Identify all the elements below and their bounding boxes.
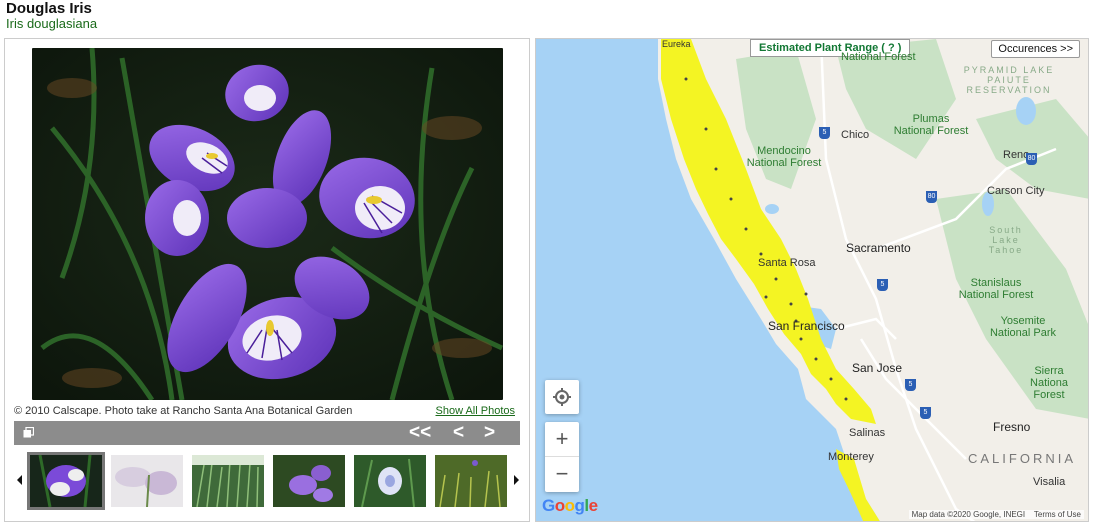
map-label: San Francisco [768, 319, 845, 333]
thumbnail[interactable] [273, 455, 345, 507]
interstate-shield-icon: 80 [1026, 153, 1037, 165]
map-label: Chico [841, 129, 870, 141]
map-label: PYRAMID LAKE PAIUTE RESERVATION [963, 65, 1055, 95]
interstate-shield-icon: 5 [877, 279, 888, 291]
map-attribution: Map data ©2020 Google, INEGI Terms of Us… [908, 510, 1084, 519]
google-logo: Google [542, 496, 598, 515]
thumbnail[interactable] [27, 452, 105, 510]
photo-caption: © 2010 Calscape. Photo take at Rancho Sa… [14, 405, 353, 417]
main-photo[interactable] [32, 48, 503, 400]
map-label: Santa Rosa [758, 257, 816, 269]
terms-of-use-link[interactable]: Terms of Use [1034, 510, 1081, 519]
zoom-in-button[interactable]: + [545, 422, 579, 457]
chevron-right-icon[interactable] [514, 475, 519, 485]
map-label: Sierra Nationa Forest [1030, 365, 1068, 401]
interstate-shield-icon: 5 [819, 127, 830, 139]
map-label: Sacramento [846, 241, 911, 255]
map-label: National Forest [841, 51, 916, 63]
plant-header: Douglas Iris Iris douglasiana [6, 0, 97, 31]
photo-nav-bar: << < > [14, 421, 520, 445]
map-label: South Lake Tahoe [988, 225, 1024, 255]
map-data-credit: Map data ©2020 Google, INEGI [911, 510, 1026, 519]
map-label: Monterey [828, 451, 874, 463]
zoom-out-button[interactable]: − [545, 457, 579, 492]
zoom-controls: + − [545, 422, 579, 492]
thumbnail[interactable] [111, 455, 183, 507]
thumbnail-strip [14, 452, 522, 511]
map-label: Stanislaus National Forest [958, 277, 1034, 301]
map-label: Fresno [993, 420, 1031, 434]
map-label: Carson City [987, 185, 1045, 197]
my-location-button[interactable] [545, 380, 579, 414]
map-label: CALIFORNIA [968, 451, 1077, 466]
map-label: Plumas National Forest [893, 113, 969, 137]
interstate-shield-icon: 5 [920, 407, 931, 419]
map-label: Yosemite National Park [989, 315, 1057, 339]
crosshair-icon [553, 388, 571, 406]
interstate-shield-icon: 80 [926, 191, 937, 203]
chevron-left-icon[interactable] [17, 475, 22, 485]
interstate-shield-icon: 5 [905, 379, 916, 391]
map-label: San Jose [852, 361, 903, 375]
photo-panel: © 2010 Calscape. Photo take at Rancho Sa… [4, 38, 530, 522]
common-name: Douglas Iris [6, 0, 92, 17]
map-label: Salinas [849, 427, 886, 439]
previous-photo-button[interactable]: < [453, 422, 464, 444]
show-all-photos-link[interactable]: Show All Photos [436, 405, 516, 417]
first-photo-button[interactable]: << [409, 422, 431, 444]
thumbnail[interactable] [435, 455, 507, 507]
occurrences-button[interactable]: Occurences >> [991, 40, 1080, 58]
map-label: Mendocino National Forest [746, 145, 822, 169]
thumbnail[interactable] [354, 455, 426, 507]
map-label: Visalia [1033, 476, 1066, 488]
thumbnail[interactable] [192, 455, 264, 507]
scientific-name: Iris douglasiana [6, 16, 98, 31]
next-photo-button[interactable]: > [484, 422, 495, 444]
range-map[interactable]: Estimated Plant Range ( ? ) Occurences >… [535, 38, 1089, 522]
map-label: Eureka [662, 39, 691, 49]
copy-icon[interactable] [23, 427, 34, 438]
